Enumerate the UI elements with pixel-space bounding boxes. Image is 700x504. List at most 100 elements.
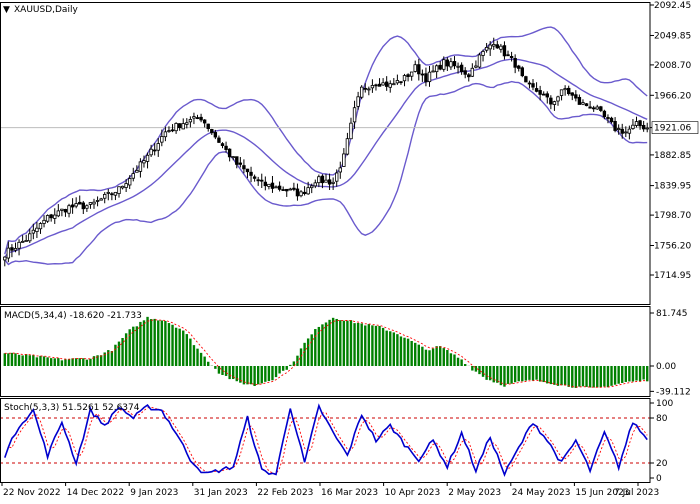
candle-body	[632, 125, 635, 128]
macd-bar	[325, 322, 327, 366]
macd-bar	[564, 366, 566, 385]
macd-bar	[43, 356, 45, 366]
candle-body	[218, 138, 221, 142]
candle-body	[578, 97, 581, 104]
price-layer	[0, 27, 650, 266]
candle-body	[371, 85, 374, 87]
macd-bar	[535, 366, 537, 380]
macd-bar	[550, 366, 552, 384]
candle-body	[260, 180, 263, 181]
macd-bar	[296, 356, 298, 366]
candle-body	[114, 192, 117, 195]
macd-bar	[353, 323, 355, 366]
macd-bar	[146, 317, 148, 366]
macd-bar	[328, 320, 330, 366]
candle-body	[539, 90, 542, 94]
candle-body	[285, 189, 288, 191]
macd-bar	[332, 318, 334, 366]
macd-bar	[246, 366, 248, 384]
macd-bar	[610, 366, 612, 386]
candle-body	[175, 123, 178, 130]
menu-dropdown-icon[interactable]: ▼	[3, 5, 10, 15]
chart-root: 2092.452049.852008.701966.201921.061882.…	[0, 0, 700, 500]
price-axis-label: 1882.85	[654, 151, 691, 161]
candle-body	[403, 76, 406, 81]
candle-body	[485, 47, 488, 50]
candle-body	[78, 202, 81, 204]
candle-body	[268, 184, 271, 186]
candle-body	[346, 139, 349, 154]
macd-bar	[464, 364, 466, 366]
stoch-signal-line	[5, 407, 647, 474]
price-axis-label: 2008.70	[654, 61, 691, 71]
macd-bar	[50, 358, 52, 366]
candle-body	[428, 72, 431, 81]
candle-body	[289, 189, 292, 190]
candle-body	[610, 118, 613, 122]
candle-body	[478, 55, 481, 67]
macd-bar	[75, 358, 77, 366]
candle-body	[532, 84, 535, 88]
macd-bar	[432, 349, 434, 366]
macd-bar	[278, 366, 280, 373]
stoch-axis-label: 80	[656, 414, 668, 424]
candle-body	[525, 77, 528, 82]
macd-bar	[311, 334, 313, 366]
candle-body	[71, 205, 74, 207]
candle-body	[385, 82, 388, 86]
macd-bar	[136, 326, 138, 366]
candle-body	[43, 220, 46, 223]
candle-body	[193, 117, 196, 119]
macd-bar	[628, 366, 630, 381]
candle-body	[39, 224, 42, 229]
candle-body	[596, 107, 599, 109]
macd-bar	[625, 366, 627, 382]
candle-body	[378, 84, 381, 86]
candle-body	[460, 65, 463, 71]
macd-bar	[300, 348, 302, 366]
price-axis-label: 2092.45	[654, 1, 691, 11]
macd-bar	[617, 366, 619, 384]
candle-body	[521, 68, 524, 76]
macd-bar	[225, 366, 227, 376]
candle-body	[182, 124, 185, 129]
candle-body	[375, 85, 378, 86]
macd-bar	[368, 324, 370, 366]
macd-bar	[186, 334, 188, 366]
candle-body	[557, 97, 560, 101]
macd-bar	[614, 366, 616, 385]
candle-body	[157, 144, 160, 151]
candle-body	[614, 121, 617, 130]
macd-bar	[218, 366, 220, 374]
candle-body	[464, 71, 467, 75]
stoch-axis-label: 0	[656, 474, 662, 484]
candle-body	[225, 146, 228, 149]
macd-bar	[257, 366, 259, 384]
candle-body	[307, 188, 310, 194]
candle-body	[161, 136, 164, 142]
time-axis-label: 7 Jul 2023	[614, 488, 659, 498]
macd-bar	[289, 365, 291, 366]
candle-body	[103, 194, 106, 198]
candle-body	[96, 200, 99, 201]
candle-body	[496, 45, 499, 48]
candle-body	[61, 209, 64, 210]
macd-bar	[428, 350, 430, 366]
macd-layer	[4, 317, 649, 388]
macd-bar	[46, 357, 48, 366]
macd-bar	[7, 353, 9, 366]
macd-bar	[182, 331, 184, 366]
macd-bar	[435, 346, 437, 366]
candle-body	[186, 123, 189, 125]
candle-body	[564, 89, 567, 90]
stoch-title: Stoch(5,3,3) 51.5261 52.6374	[4, 403, 140, 413]
price-axis-label: 2049.85	[654, 31, 691, 41]
candle-body	[228, 149, 231, 157]
macd-bar	[400, 336, 402, 366]
macd-bar	[71, 358, 73, 366]
price-axis-label: 1798.70	[654, 211, 691, 221]
macd-bar	[253, 366, 255, 386]
macd-bar	[500, 366, 502, 385]
macd-bar	[478, 366, 480, 374]
candle-body	[321, 176, 324, 183]
